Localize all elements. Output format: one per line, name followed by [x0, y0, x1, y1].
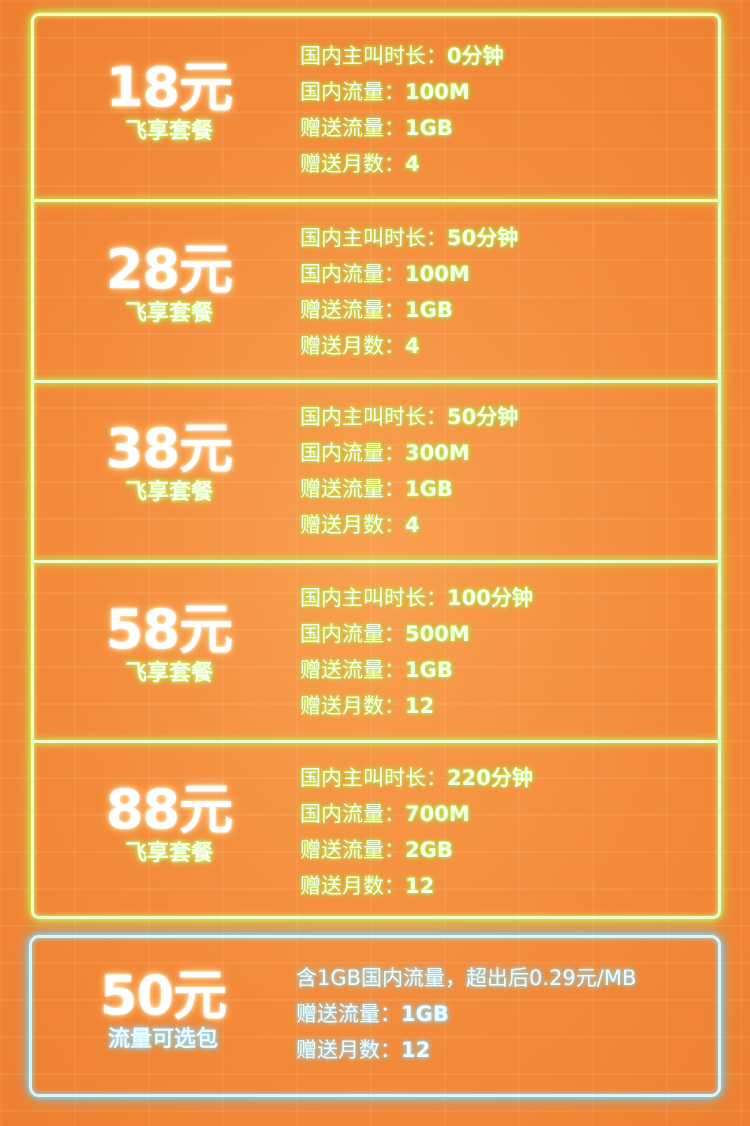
plan-price: 88元 [105, 778, 233, 841]
plan-details: 国内主叫时长：50分钟 国内流量：300M 赠送流量：1GB 赠送月数：4 [300, 399, 720, 543]
plan-detail-bonus-data: 赠送流量：1GB [300, 477, 453, 501]
plan-name: 飞享套餐 [124, 841, 213, 866]
plan-price: 58元 [105, 598, 233, 661]
plan-card-88[interactable]: 88元 飞享套餐 国内主叫时长：220分钟 国内流量：700M 赠送流量：2GB… [34, 743, 718, 923]
plan-price: 38元 [105, 417, 233, 480]
plan-detail-call-minutes: 国内主叫时长：220分钟 [300, 766, 533, 790]
plan-details: 国内主叫时长：100分钟 国内流量：500M 赠送流量：1GB 赠送月数：12 [300, 580, 720, 724]
plan-detail-bonus-months: 赠送月数：12 [300, 874, 435, 898]
plan-detail-bonus-months: 赠送月数：4 [300, 513, 420, 537]
plan-detail-call-minutes: 国内主叫时长：50分钟 [300, 405, 519, 429]
plan-detail-bonus-months: 赠送月数：4 [300, 334, 420, 358]
plan-detail-bonus-data: 赠送流量：1GB [300, 658, 453, 682]
plan-price-block: 38元 飞享套餐 [74, 419, 264, 507]
plan-details: 国内主叫时长：220分钟 国内流量：700M 赠送流量：2GB 赠送月数：12 [300, 760, 720, 904]
plan-name: 飞享套餐 [124, 480, 213, 505]
plan-card-38[interactable]: 38元 飞享套餐 国内主叫时长：50分钟 国内流量：300M 赠送流量：1GB … [34, 383, 718, 563]
plan-price: 18元 [105, 56, 233, 119]
plan-detail-domestic-data: 国内流量：700M [300, 802, 470, 826]
plan-detail-domestic-data: 国内流量：100M [300, 80, 470, 104]
plan-card-28[interactable]: 28元 飞享套餐 国内主叫时长：50分钟 国内流量：100M 赠送流量：1GB … [34, 202, 718, 382]
plan-price: 28元 [105, 238, 233, 301]
data-pack-price-block: 50元 流量可选包 [68, 966, 258, 1054]
data-pack-description: 含1GB国内流量，超出后0.29元/MB [296, 966, 637, 990]
plan-details: 国内主叫时长：0分钟 国内流量：100M 赠送流量：1GB 赠送月数：4 [300, 38, 720, 182]
data-pack-card[interactable]: 50元 流量可选包 含1GB国内流量，超出后0.29元/MB 赠送流量：1GB … [29, 935, 721, 1097]
plan-name: 飞享套餐 [124, 661, 213, 686]
plan-name: 飞享套餐 [124, 301, 213, 326]
data-pack-bonus-months: 赠送月数：12 [296, 1038, 431, 1062]
plan-detail-bonus-data: 赠送流量：1GB [300, 116, 453, 140]
plan-detail-bonus-data: 赠送流量：1GB [300, 298, 453, 322]
plan-detail-call-minutes: 国内主叫时长：0分钟 [300, 44, 504, 68]
plan-card-18[interactable]: 18元 飞享套餐 国内主叫时长：0分钟 国内流量：100M 赠送流量：1GB 赠… [34, 16, 718, 196]
package-list-page: 18元 飞享套餐 国内主叫时长：0分钟 国内流量：100M 赠送流量：1GB 赠… [0, 0, 750, 1126]
data-pack-price: 50元 [99, 964, 227, 1027]
plan-detail-call-minutes: 国内主叫时长：100分钟 [300, 586, 533, 610]
plan-detail-domestic-data: 国内流量：300M [300, 441, 470, 465]
plan-detail-bonus-data: 赠送流量：2GB [300, 838, 453, 862]
plan-detail-call-minutes: 国内主叫时长：50分钟 [300, 226, 519, 250]
plan-detail-domestic-data: 国内流量：100M [300, 262, 470, 286]
data-pack-bonus-data: 赠送流量：1GB [296, 1002, 449, 1026]
plan-price-block: 88元 飞享套餐 [74, 780, 264, 868]
plan-price-block: 28元 飞享套餐 [74, 240, 264, 328]
plan-card-58[interactable]: 58元 飞享套餐 国内主叫时长：100分钟 国内流量：500M 赠送流量：1GB… [34, 563, 718, 743]
plan-detail-bonus-months: 赠送月数：12 [300, 694, 435, 718]
data-pack-details: 含1GB国内流量，超出后0.29元/MB 赠送流量：1GB 赠送月数：12 [296, 960, 716, 1068]
plan-detail-bonus-months: 赠送月数：4 [300, 152, 420, 176]
voice-plans-panel: 18元 飞享套餐 国内主叫时长：0分钟 国内流量：100M 赠送流量：1GB 赠… [31, 13, 721, 919]
plan-price-block: 58元 飞享套餐 [74, 600, 264, 688]
data-pack-name: 流量可选包 [107, 1027, 218, 1052]
plan-name: 飞享套餐 [124, 119, 213, 144]
plan-details: 国内主叫时长：50分钟 国内流量：100M 赠送流量：1GB 赠送月数：4 [300, 220, 720, 364]
plan-detail-domestic-data: 国内流量：500M [300, 622, 470, 646]
plan-price-block: 18元 飞享套餐 [74, 58, 264, 146]
